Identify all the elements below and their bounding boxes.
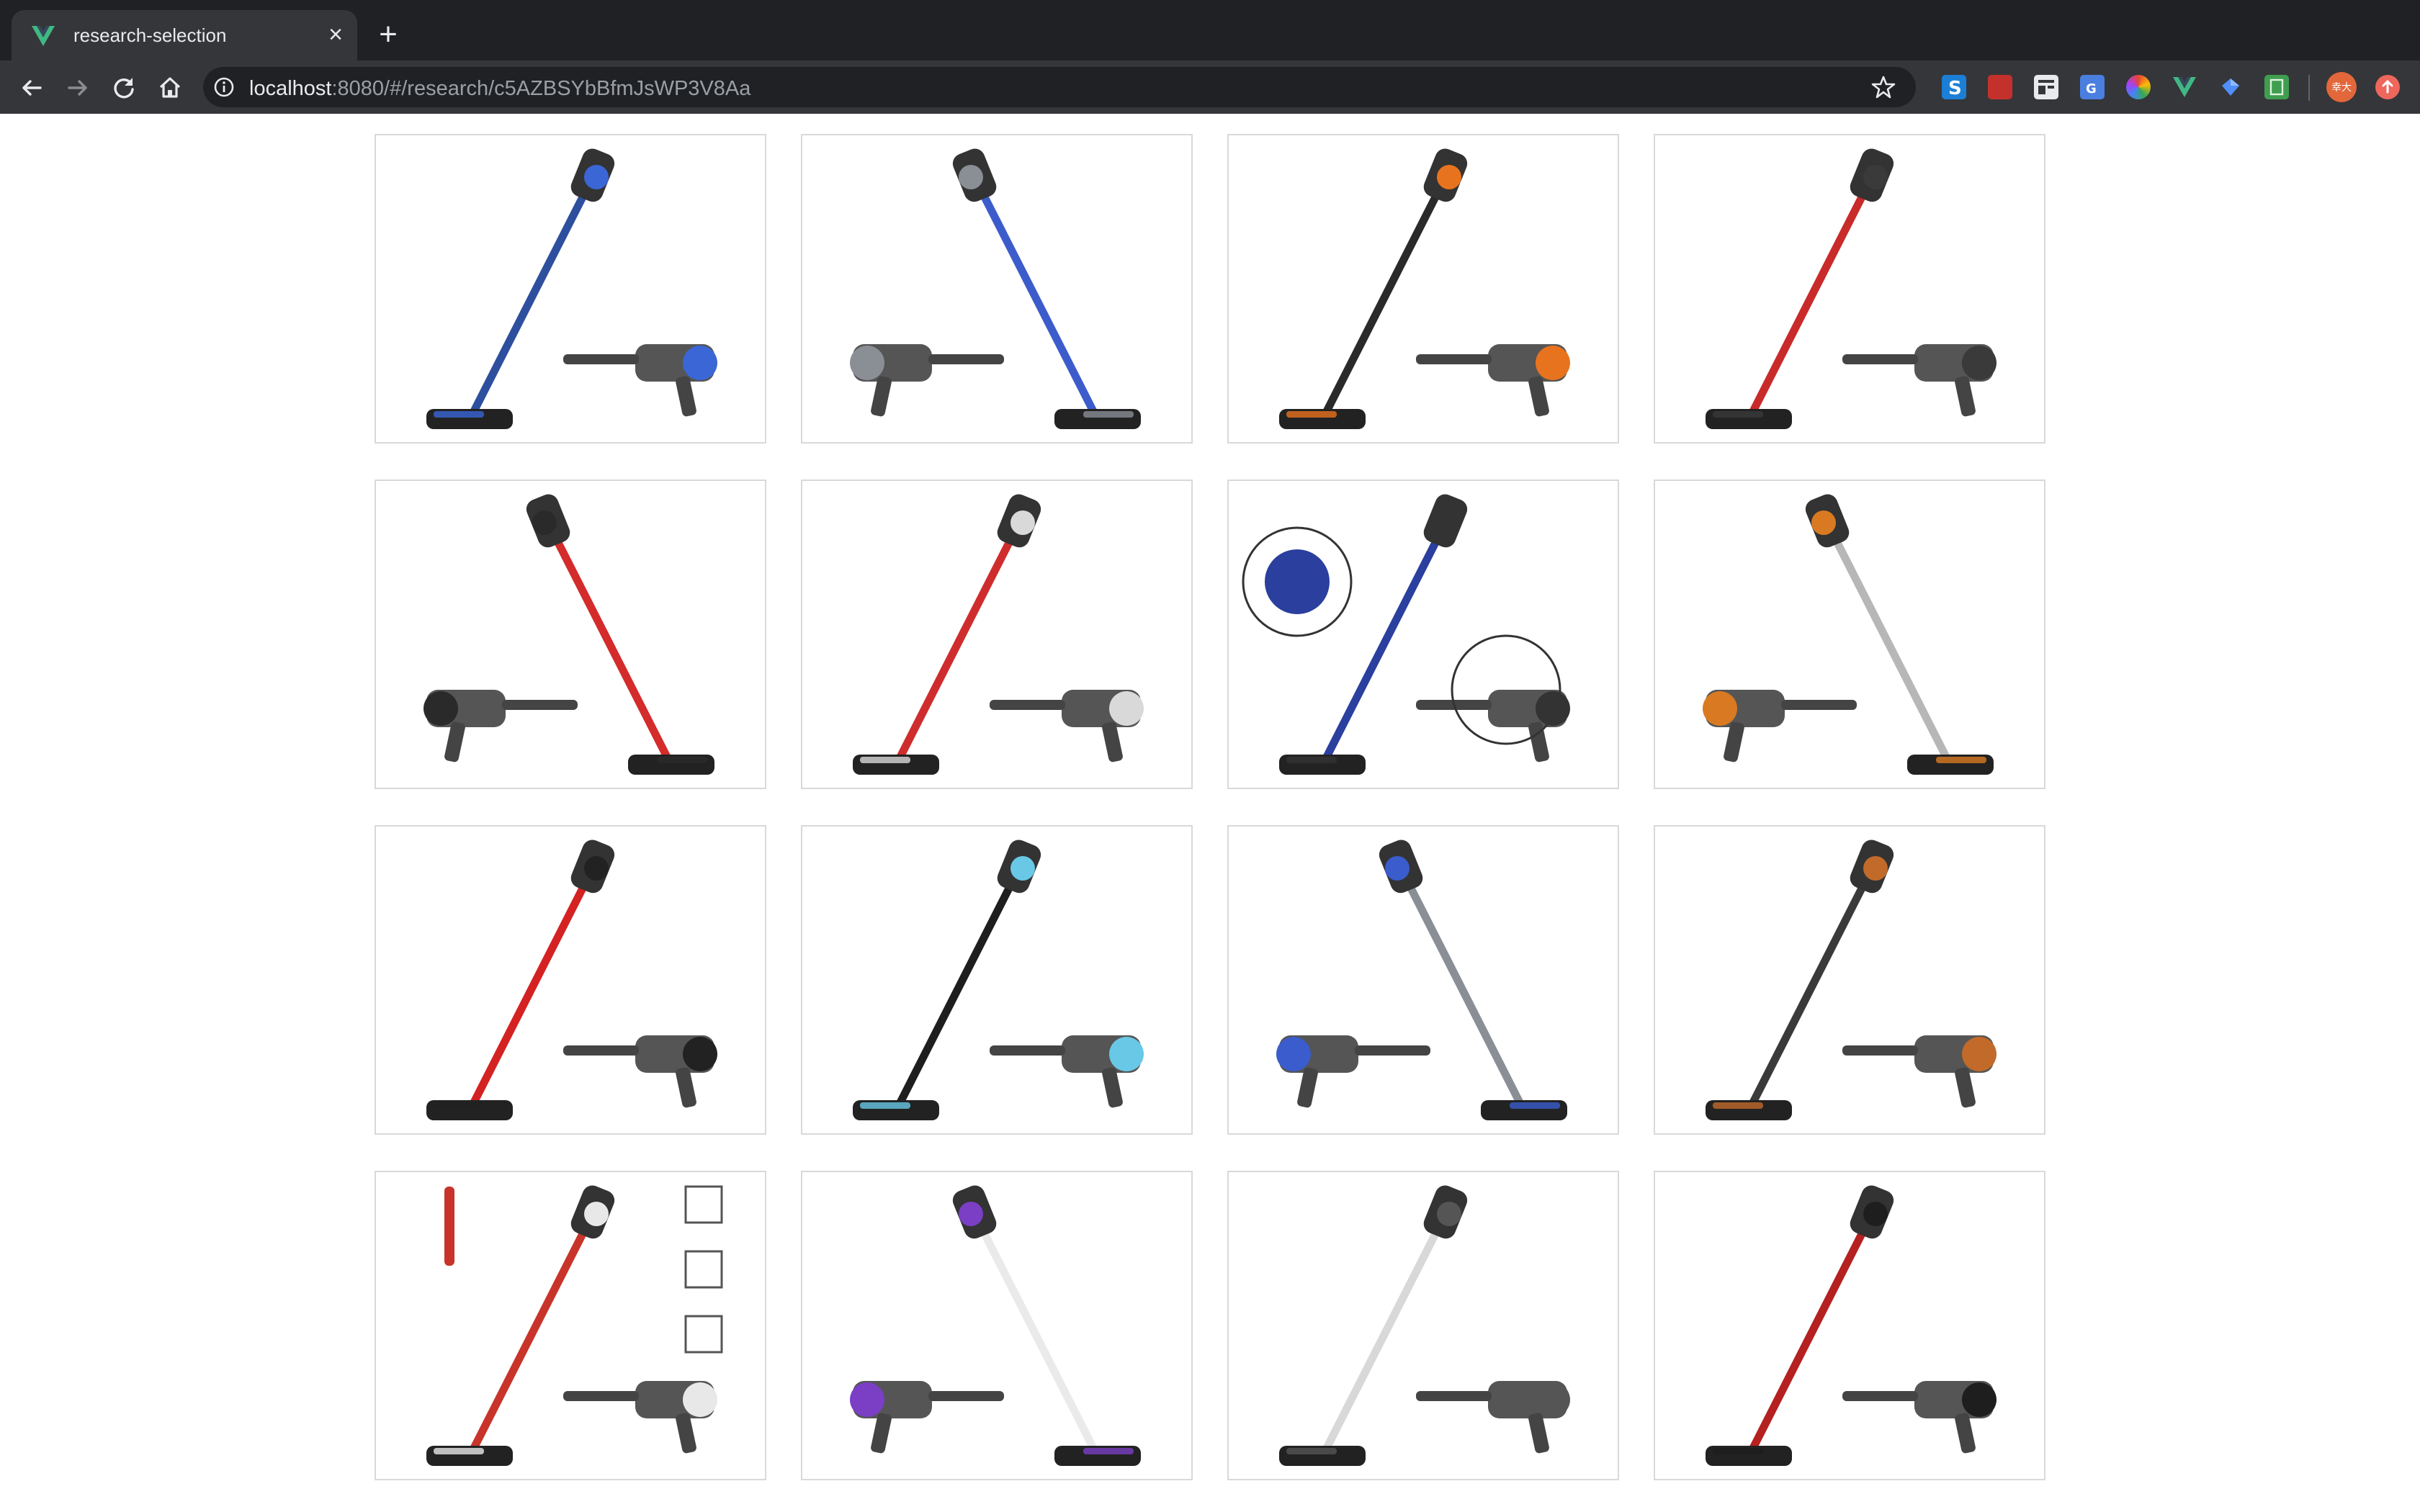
product-image-card[interactable]	[801, 480, 1193, 789]
vacuum-cleaner-image	[426, 1185, 723, 1466]
product-image-card[interactable]	[801, 1171, 1193, 1480]
vacuum-cleaner-image	[426, 840, 717, 1120]
product-image-grid	[375, 134, 2047, 1480]
info-icon[interactable]	[213, 76, 235, 98]
vacuum-cleaner-image	[1242, 494, 1570, 775]
vacuum-cleaner-image	[426, 148, 717, 429]
product-image-card[interactable]	[1654, 825, 2045, 1135]
product-image-card[interactable]	[1227, 825, 1619, 1135]
red-book-icon[interactable]	[1988, 75, 2012, 99]
address-bar[interactable]: localhost:8080/#/research/c5AZBSYbBfmJsW…	[203, 67, 1916, 107]
color-wheel-icon[interactable]	[2126, 75, 2151, 99]
product-image-card[interactable]	[375, 134, 766, 444]
vacuum-cleaner-image	[424, 494, 714, 775]
tab-title: research-selection	[73, 24, 227, 46]
close-tab-icon[interactable]: ×	[323, 22, 349, 48]
vue-devtools-icon[interactable]	[2172, 75, 2197, 99]
toolbar-separator	[2308, 75, 2310, 101]
s-extension-icon[interactable]: S	[1942, 75, 1966, 99]
update-icon[interactable]	[2375, 75, 2400, 99]
back-arrow-icon[interactable]	[16, 72, 48, 104]
vacuum-cleaner-image	[1706, 148, 1996, 429]
product-image-card[interactable]	[1654, 1171, 2045, 1480]
forward-arrow-icon[interactable]	[62, 72, 94, 104]
vue-icon	[32, 26, 55, 46]
product-image-card[interactable]	[1227, 1171, 1619, 1480]
translate-icon[interactable]: G	[2080, 75, 2105, 99]
product-image-card[interactable]	[1227, 134, 1619, 444]
browser-tab[interactable]: research-selection ×	[12, 10, 357, 60]
product-image-card[interactable]	[375, 480, 766, 789]
vacuum-cleaner-image	[853, 494, 1144, 775]
green-note-icon[interactable]	[2264, 75, 2289, 99]
product-image-card[interactable]	[1654, 134, 2045, 444]
vacuum-cleaner-image	[1279, 148, 1570, 429]
vacuum-cleaner-image	[1279, 1185, 1570, 1466]
product-image-card[interactable]	[1227, 480, 1619, 789]
vacuum-cleaner-image	[850, 148, 1141, 429]
vacuum-cleaner-image	[1706, 1185, 1996, 1466]
product-image-card[interactable]	[375, 1171, 766, 1480]
vacuum-cleaner-image	[853, 840, 1144, 1120]
vacuum-cleaner-image	[1706, 840, 1996, 1120]
bookmark-star-icon[interactable]	[1871, 75, 1896, 99]
product-image-card[interactable]	[801, 134, 1193, 444]
home-icon[interactable]	[154, 72, 186, 104]
product-image-card[interactable]	[375, 825, 766, 1135]
svg-text:S: S	[1948, 78, 1962, 99]
vacuum-cleaner-image	[1276, 840, 1567, 1120]
vacuum-cleaner-image	[1703, 494, 1994, 775]
doc-extension-icon[interactable]	[2034, 75, 2058, 99]
tab-strip: research-selection × +	[0, 0, 2420, 60]
vacuum-cleaner-image	[850, 1185, 1141, 1466]
url-text[interactable]: localhost:8080/#/research/c5AZBSYbBfmJsW…	[249, 77, 750, 101]
browser-toolbar: localhost:8080/#/research/c5AZBSYbBfmJsW…	[0, 60, 2420, 114]
product-image-card[interactable]	[801, 825, 1193, 1135]
reload-icon[interactable]	[108, 72, 140, 104]
product-image-card[interactable]	[1654, 480, 2045, 789]
page-content	[0, 114, 2420, 1512]
svg-text:G: G	[2086, 81, 2097, 96]
new-tab-icon[interactable]: +	[372, 19, 405, 52]
blue-diamond-icon[interactable]	[2218, 75, 2243, 99]
profile-avatar[interactable]: 幸大	[2326, 72, 2357, 102]
